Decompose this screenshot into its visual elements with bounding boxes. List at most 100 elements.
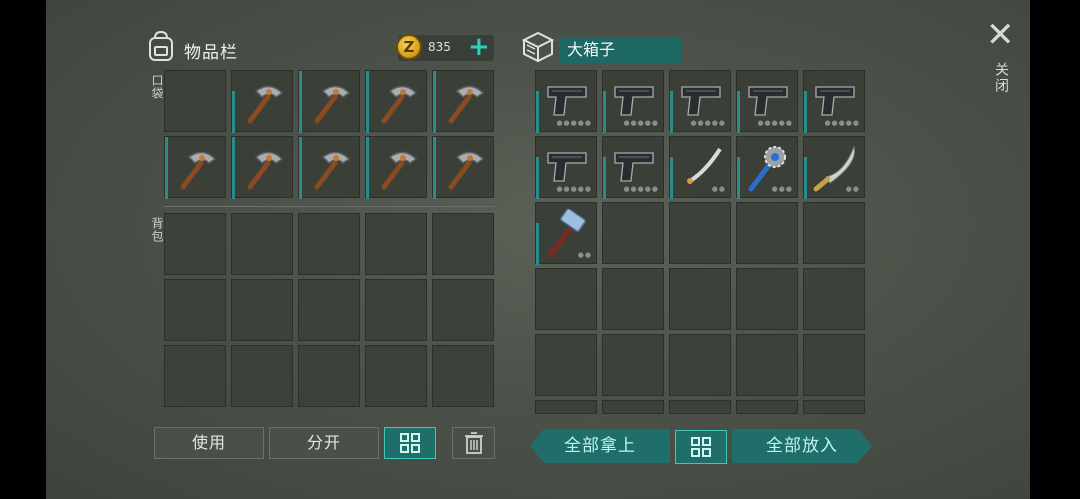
- empty-slot[interactable]: [602, 400, 664, 414]
- durability-bar: [366, 71, 369, 133]
- empty-slot[interactable]: [602, 268, 664, 330]
- pickaxe-slot[interactable]: [432, 70, 494, 133]
- pickaxe-icon: [448, 85, 485, 124]
- pistol-slot[interactable]: ●●●●●: [736, 70, 798, 133]
- durability-bar: [232, 137, 235, 199]
- empty-slot[interactable]: [298, 345, 360, 407]
- durability-bar: [299, 137, 302, 199]
- trash-icon: [464, 432, 483, 454]
- pistol-icon: [547, 86, 587, 116]
- durability-bar: [737, 91, 740, 133]
- empty-slot[interactable]: [535, 400, 597, 414]
- pistol-slot[interactable]: ●●●●●: [535, 70, 597, 133]
- pickaxe-icon: [381, 151, 418, 190]
- pickaxe-slot[interactable]: [365, 136, 427, 199]
- box-icon: [520, 30, 556, 68]
- empty-slot[interactable]: [365, 213, 427, 275]
- pistol-icon: [547, 152, 587, 182]
- empty-slot[interactable]: [164, 213, 226, 275]
- durability-bar: [737, 157, 740, 199]
- empty-slot[interactable]: [736, 202, 798, 264]
- pickaxe-icon: [448, 151, 485, 190]
- empty-slot[interactable]: [803, 202, 865, 264]
- close-label[interactable]: 关闭: [991, 62, 1011, 94]
- durability-bar: [536, 157, 539, 199]
- empty-slot[interactable]: [432, 345, 494, 407]
- durability-bar: [536, 223, 539, 265]
- pickaxe-slot[interactable]: [298, 70, 360, 133]
- close-icon[interactable]: ✕: [986, 18, 1015, 52]
- empty-slot[interactable]: [164, 70, 226, 132]
- durability-bar: [536, 91, 539, 133]
- empty-slot[interactable]: [231, 345, 293, 407]
- pickaxe-slot[interactable]: [298, 136, 360, 199]
- sort-chest-button[interactable]: [675, 430, 727, 464]
- quality-dots: ●●: [577, 251, 592, 259]
- pistol-slot[interactable]: ●●●●●: [803, 70, 865, 133]
- empty-slot[interactable]: [298, 213, 360, 275]
- pickaxe-icon: [180, 151, 217, 190]
- empty-slot[interactable]: [432, 279, 494, 341]
- empty-slot[interactable]: [231, 213, 293, 275]
- machete-slot[interactable]: ●●: [803, 136, 865, 199]
- pickaxe-icon: [381, 85, 418, 124]
- pickaxe-slot[interactable]: [231, 70, 293, 133]
- empty-slot[interactable]: [535, 334, 597, 396]
- pickaxe-icon: [247, 151, 284, 190]
- pistol-icon: [681, 86, 721, 116]
- durability-bar: [232, 91, 235, 133]
- pickaxe-slot[interactable]: [164, 136, 226, 199]
- empty-slot[interactable]: [365, 279, 427, 341]
- put-all-button[interactable]: 全部放入: [732, 429, 872, 463]
- mace-slot[interactable]: ●●●: [736, 136, 798, 199]
- split-button[interactable]: 分开: [269, 427, 379, 459]
- pistol-slot[interactable]: ●●●●●: [535, 136, 597, 199]
- empty-slot[interactable]: [298, 279, 360, 341]
- empty-slot[interactable]: [736, 400, 798, 414]
- durability-bar: [165, 137, 168, 199]
- pistol-slot[interactable]: ●●●●●: [669, 70, 731, 133]
- empty-slot[interactable]: [803, 400, 865, 414]
- empty-slot[interactable]: [602, 334, 664, 396]
- use-button[interactable]: 使用: [154, 427, 264, 459]
- quality-dots: ●●●: [771, 185, 793, 193]
- durability-bar: [366, 137, 369, 199]
- sort-inventory-button[interactable]: [384, 427, 436, 459]
- empty-slot[interactable]: [669, 202, 731, 264]
- pistol-icon: [815, 86, 855, 116]
- quality-dots: ●●●●●: [556, 119, 592, 127]
- pickaxe-icon: [247, 85, 284, 124]
- empty-slot[interactable]: [231, 279, 293, 341]
- chest-title[interactable]: 大箱子: [559, 37, 681, 63]
- empty-slot[interactable]: [164, 345, 226, 407]
- game-screen: 物品栏 Z 835 + 口袋 背包 大箱子 ●●●●● ●●●●● ●●●●● ●●●…: [46, 0, 1030, 499]
- quality-dots: ●●●●●: [690, 119, 726, 127]
- take-all-button[interactable]: 全部拿上: [530, 429, 670, 463]
- empty-slot[interactable]: [803, 334, 865, 396]
- durability-bar: [804, 157, 807, 199]
- hammer-slot[interactable]: ●●: [535, 202, 597, 265]
- add-coins-button[interactable]: +: [468, 34, 490, 60]
- pickaxe-slot[interactable]: [432, 136, 494, 199]
- delete-button[interactable]: [452, 427, 495, 459]
- empty-slot[interactable]: [164, 279, 226, 341]
- quality-dots: ●●: [711, 185, 726, 193]
- empty-slot[interactable]: [736, 334, 798, 396]
- backpack-icon: [146, 30, 176, 66]
- empty-slot[interactable]: [669, 400, 731, 414]
- quality-dots: ●●●●●: [623, 185, 659, 193]
- empty-slot[interactable]: [669, 268, 731, 330]
- pickaxe-slot[interactable]: [365, 70, 427, 133]
- empty-slot[interactable]: [535, 268, 597, 330]
- pistol-slot[interactable]: ●●●●●: [602, 70, 664, 133]
- katana-slot[interactable]: ●●: [669, 136, 731, 199]
- pistol-slot[interactable]: ●●●●●: [602, 136, 664, 199]
- empty-slot[interactable]: [602, 202, 664, 264]
- empty-slot[interactable]: [365, 345, 427, 407]
- empty-slot[interactable]: [736, 268, 798, 330]
- empty-slot[interactable]: [669, 334, 731, 396]
- pickaxe-slot[interactable]: [231, 136, 293, 199]
- empty-slot[interactable]: [803, 268, 865, 330]
- empty-slot[interactable]: [432, 213, 494, 275]
- inventory-title: 物品栏: [184, 43, 238, 63]
